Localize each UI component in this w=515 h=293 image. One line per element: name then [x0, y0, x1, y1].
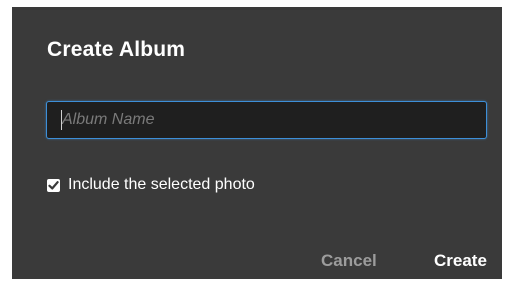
create-button[interactable]: Create	[434, 250, 487, 272]
create-album-dialog: Create Album Include the selected photo …	[12, 7, 502, 279]
text-caret	[61, 110, 62, 130]
dialog-title: Create Album	[47, 38, 186, 61]
album-name-input[interactable]	[46, 101, 487, 139]
checkmark-icon	[48, 180, 59, 189]
include-selected-photo-checkbox[interactable]	[47, 178, 60, 192]
include-selected-photo-label: Include the selected photo	[68, 176, 255, 193]
include-selected-photo-option[interactable]: Include the selected photo	[47, 175, 255, 195]
cancel-button[interactable]: Cancel	[321, 250, 377, 272]
